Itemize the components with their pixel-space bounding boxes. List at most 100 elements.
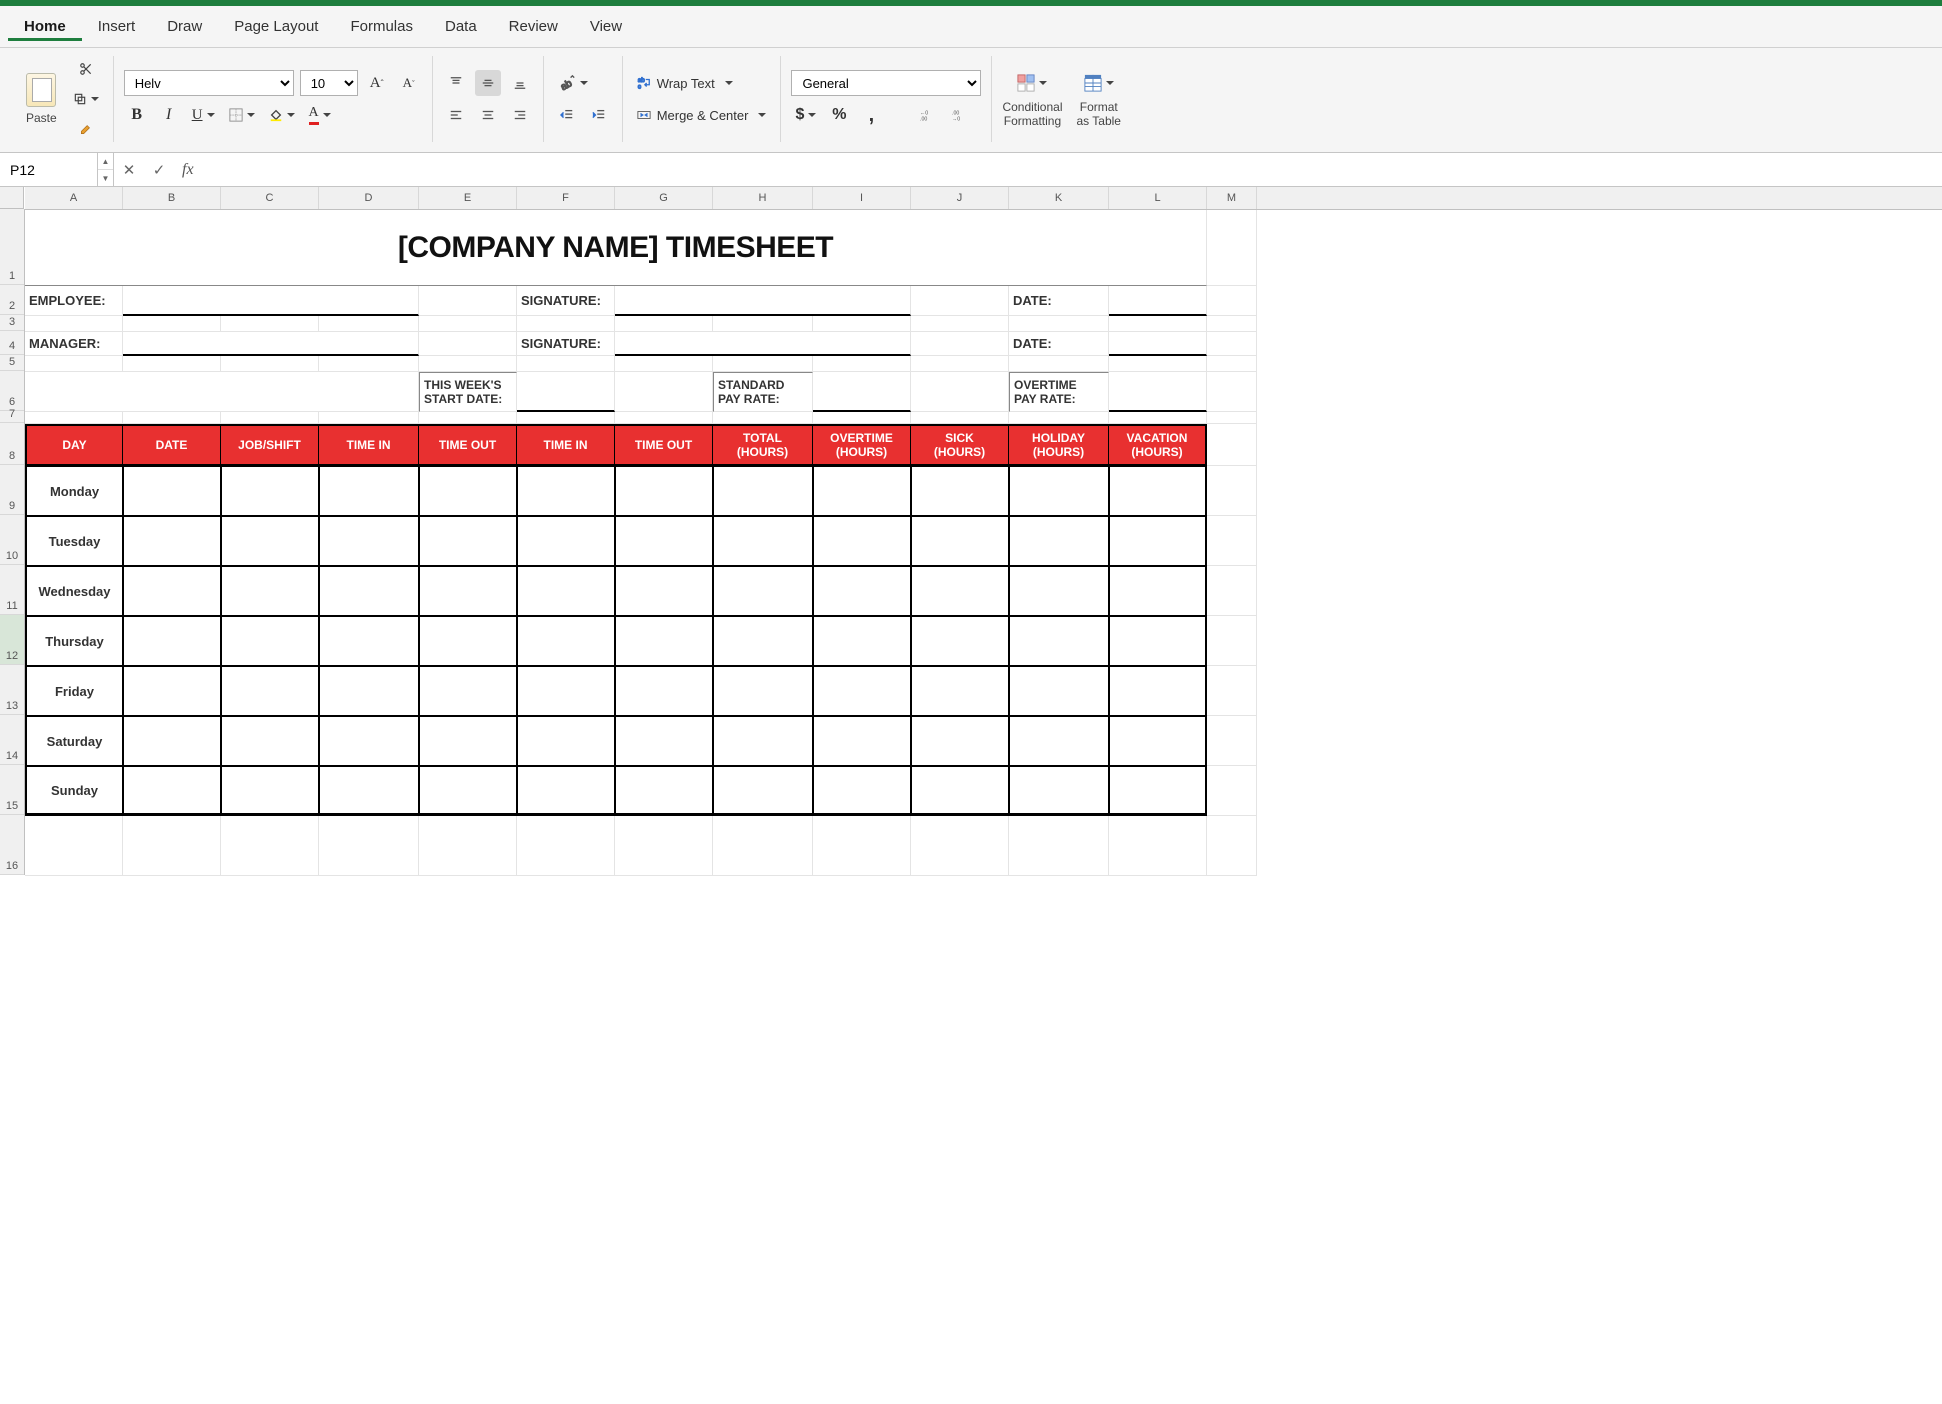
- cell-r16-0[interactable]: [25, 816, 123, 876]
- increase-decimal-button[interactable]: ←0.00: [916, 102, 942, 128]
- table-cell-Saturday-10[interactable]: [1009, 716, 1109, 766]
- table-header-1[interactable]: DATE: [123, 424, 221, 466]
- table-cell-Thursday-11[interactable]: [1109, 616, 1207, 666]
- table-cell-Wednesday-4[interactable]: [419, 566, 517, 616]
- table-cell-Sunday-10[interactable]: [1009, 766, 1109, 816]
- format-painter-button[interactable]: [69, 116, 103, 142]
- table-cell-Monday-5[interactable]: [517, 466, 615, 516]
- row-head-6[interactable]: 6: [0, 371, 24, 411]
- cell-r7-5[interactable]: [517, 412, 615, 424]
- table-header-3[interactable]: TIME IN: [319, 424, 419, 466]
- cell-M2[interactable]: [1207, 286, 1257, 316]
- cell-r5-8[interactable]: [813, 356, 911, 372]
- table-cell-Saturday-0[interactable]: Saturday: [25, 716, 123, 766]
- cell-r5-11[interactable]: [1109, 356, 1207, 372]
- conditional-formatting-button[interactable]: [1013, 70, 1051, 96]
- cell-r3-9[interactable]: [911, 316, 1009, 332]
- col-head-H[interactable]: H: [713, 187, 813, 209]
- table-cell-Sunday-7[interactable]: [713, 766, 813, 816]
- table-cell-Saturday-1[interactable]: [123, 716, 221, 766]
- table-cell-Monday-0[interactable]: Monday: [25, 466, 123, 516]
- cell-r5-10[interactable]: [1009, 356, 1109, 372]
- table-cell-Monday-6[interactable]: [615, 466, 713, 516]
- col-head-E[interactable]: E: [419, 187, 517, 209]
- cell-r5-4[interactable]: [419, 356, 517, 372]
- cell-r5-6[interactable]: [615, 356, 713, 372]
- fill-color-button[interactable]: [265, 102, 299, 128]
- table-cell-Thursday-5[interactable]: [517, 616, 615, 666]
- table-cell-Sunday-5[interactable]: [517, 766, 615, 816]
- table-cell-Monday-11[interactable]: [1109, 466, 1207, 516]
- col-head-D[interactable]: D: [319, 187, 419, 209]
- table-cell-Friday-10[interactable]: [1009, 666, 1109, 716]
- table-header-9[interactable]: SICK(HOURS): [911, 424, 1009, 466]
- table-cell-Tuesday-5[interactable]: [517, 516, 615, 566]
- table-header-0[interactable]: DAY: [25, 424, 123, 466]
- table-cell-Sunday-9[interactable]: [911, 766, 1009, 816]
- row-head-9[interactable]: 9: [0, 465, 24, 515]
- table-cell-Tuesday-11[interactable]: [1109, 516, 1207, 566]
- table-cell-Sunday-2[interactable]: [221, 766, 319, 816]
- table-cell-Friday-2[interactable]: [221, 666, 319, 716]
- date-field-2[interactable]: [1109, 332, 1207, 356]
- table-cell-Thursday-7[interactable]: [713, 616, 813, 666]
- cell-J4[interactable]: [911, 332, 1009, 356]
- table-cell-Friday-9[interactable]: [911, 666, 1009, 716]
- menu-page-layout[interactable]: Page Layout: [218, 12, 334, 41]
- table-cell-Tuesday-9[interactable]: [911, 516, 1009, 566]
- cut-button[interactable]: [69, 56, 103, 82]
- cell-M14[interactable]: [1207, 716, 1257, 766]
- cell-r3-1[interactable]: [123, 316, 221, 332]
- increase-indent-button[interactable]: [586, 102, 612, 128]
- cell-r5-12[interactable]: [1207, 356, 1257, 372]
- table-cell-Tuesday-6[interactable]: [615, 516, 713, 566]
- cell-M1[interactable]: [1207, 210, 1257, 286]
- merge-center-button[interactable]: Merge & Center: [633, 102, 771, 128]
- cell-r3-7[interactable]: [713, 316, 813, 332]
- std-rate-field[interactable]: [813, 372, 911, 412]
- table-cell-Tuesday-0[interactable]: Tuesday: [25, 516, 123, 566]
- table-cell-Sunday-0[interactable]: Sunday: [25, 766, 123, 816]
- table-cell-Wednesday-1[interactable]: [123, 566, 221, 616]
- cell-J6[interactable]: [911, 372, 1009, 412]
- row-head-15[interactable]: 15: [0, 765, 24, 815]
- cell-r16-3[interactable]: [319, 816, 419, 876]
- decrease-font-button[interactable]: Aˇ: [396, 70, 422, 96]
- cell-r16-10[interactable]: [1009, 816, 1109, 876]
- table-cell-Saturday-6[interactable]: [615, 716, 713, 766]
- col-head-I[interactable]: I: [813, 187, 911, 209]
- cell-M10[interactable]: [1207, 516, 1257, 566]
- number-format-select[interactable]: General: [791, 70, 981, 96]
- cell-r16-2[interactable]: [221, 816, 319, 876]
- align-right-button[interactable]: [507, 102, 533, 128]
- align-top-button[interactable]: [443, 70, 469, 96]
- col-head-M[interactable]: M: [1207, 187, 1257, 209]
- table-cell-Monday-7[interactable]: [713, 466, 813, 516]
- cell-G6[interactable]: [615, 372, 713, 412]
- table-header-11[interactable]: VACATION(HOURS): [1109, 424, 1207, 466]
- table-cell-Monday-10[interactable]: [1009, 466, 1109, 516]
- increase-font-button[interactable]: Aˆ: [364, 70, 390, 96]
- menu-view[interactable]: View: [574, 12, 638, 41]
- table-cell-Tuesday-1[interactable]: [123, 516, 221, 566]
- row-head-8[interactable]: 8: [0, 423, 24, 465]
- table-cell-Tuesday-10[interactable]: [1009, 516, 1109, 566]
- table-cell-Monday-9[interactable]: [911, 466, 1009, 516]
- table-cell-Wednesday-5[interactable]: [517, 566, 615, 616]
- cell-r3-10[interactable]: [1009, 316, 1109, 332]
- start-date-label[interactable]: THIS WEEK'SSTART DATE:: [419, 372, 517, 412]
- date-label-2[interactable]: DATE:: [1009, 332, 1109, 356]
- table-cell-Wednesday-7[interactable]: [713, 566, 813, 616]
- table-cell-Thursday-0[interactable]: Thursday: [25, 616, 123, 666]
- cell-r3-3[interactable]: [319, 316, 419, 332]
- row-head-14[interactable]: 14: [0, 715, 24, 765]
- row-head-1[interactable]: 1: [0, 209, 24, 285]
- table-cell-Monday-3[interactable]: [319, 466, 419, 516]
- cell-r16-6[interactable]: [615, 816, 713, 876]
- cell-r5-5[interactable]: [517, 356, 615, 372]
- col-head-L[interactable]: L: [1109, 187, 1207, 209]
- cell-E2[interactable]: [419, 286, 517, 316]
- cell-M6[interactable]: [1207, 372, 1257, 412]
- col-head-K[interactable]: K: [1009, 187, 1109, 209]
- menu-home[interactable]: Home: [8, 12, 82, 41]
